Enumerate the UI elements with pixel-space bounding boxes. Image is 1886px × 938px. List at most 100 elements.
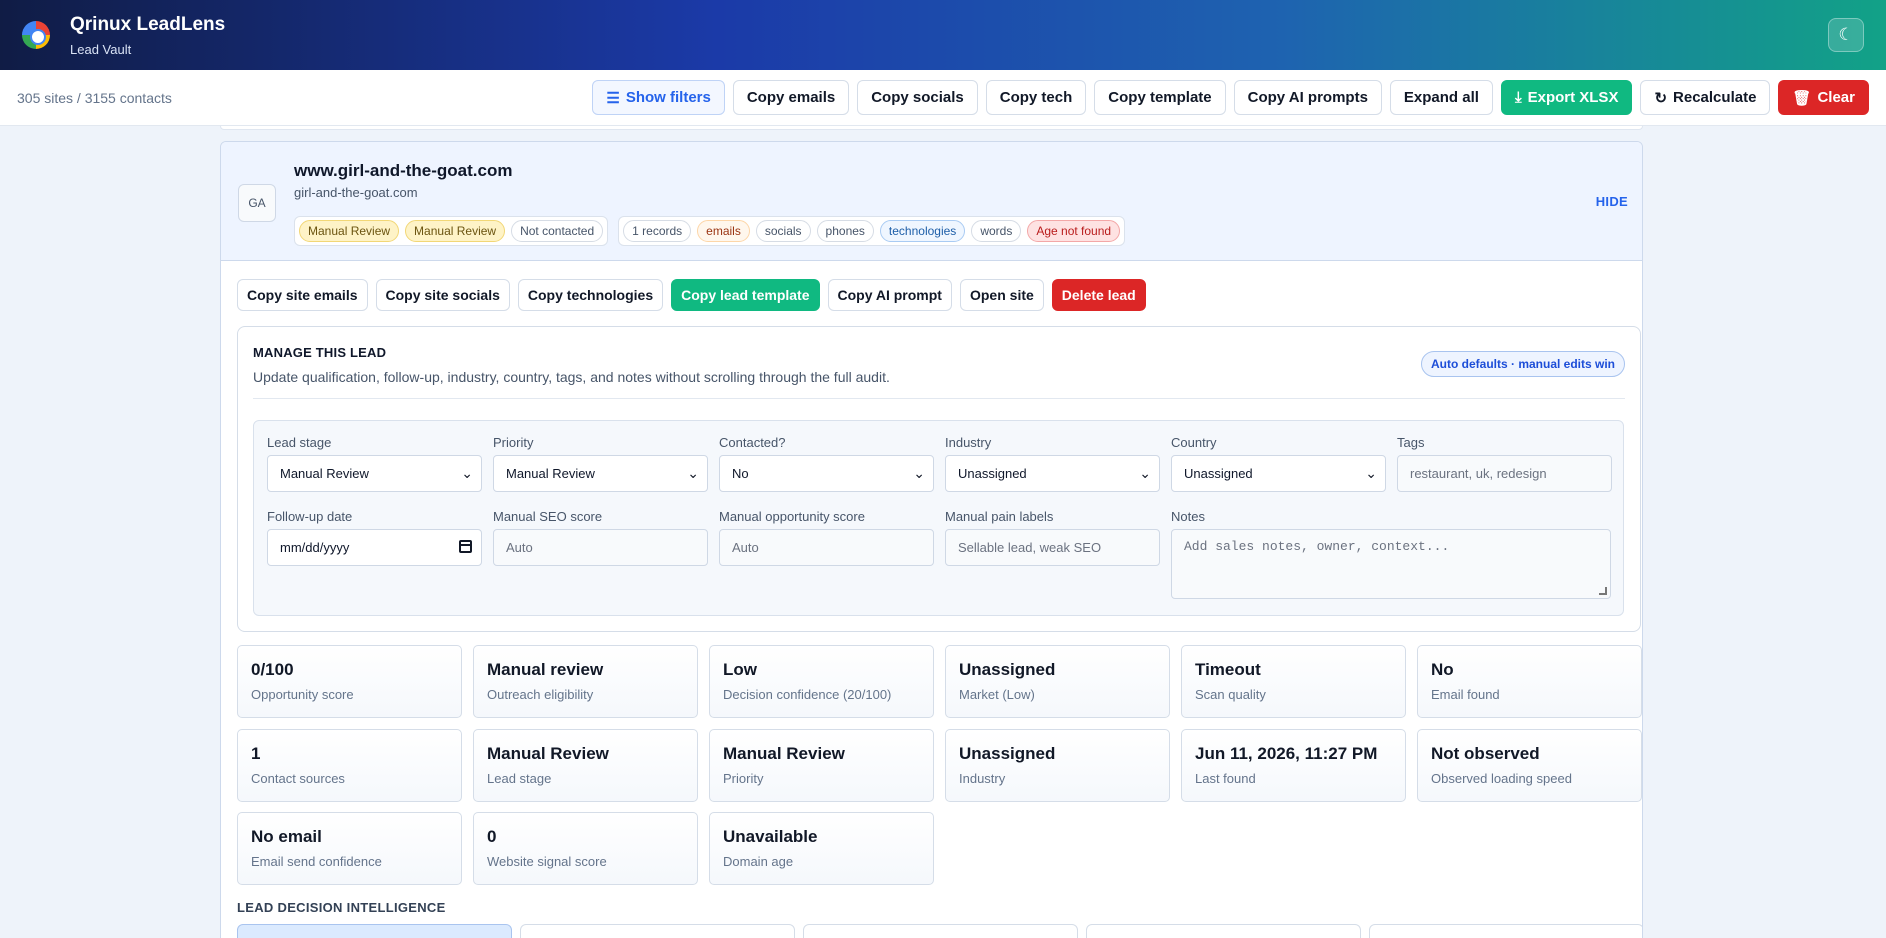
metric-label: Market (Low) xyxy=(959,687,1035,702)
clear-button[interactable]: 🗑 Clear xyxy=(1778,80,1869,115)
industry-label: Industry xyxy=(945,435,992,450)
open-site-button[interactable]: Open site xyxy=(959,279,1044,311)
resize-handle-icon[interactable] xyxy=(1599,587,1607,595)
pain-labels-input[interactable]: Sellable lead, weak SEO xyxy=(945,529,1160,566)
notes-textarea[interactable]: Add sales notes, owner, context... xyxy=(1171,529,1611,599)
opportunity-score-input[interactable]: Auto xyxy=(719,529,934,566)
metric-value: No xyxy=(1431,660,1454,679)
hide-lead-link[interactable]: HIDE xyxy=(1596,194,1628,209)
copy-tech-button[interactable]: Copy tech xyxy=(985,80,1087,115)
metric-label: Decision confidence (20/100) xyxy=(723,687,892,702)
industry-select[interactable]: Unassigned ⌄ xyxy=(945,455,1160,492)
metric-card: Unavailable Domain age xyxy=(709,812,934,885)
followup-date-input[interactable]: mm/dd/yyyy xyxy=(267,529,482,566)
technologies-pill: technologies xyxy=(879,220,966,242)
show-filters-label: Show filters xyxy=(625,89,711,106)
priority-select[interactable]: Manual Review ⌄ xyxy=(493,455,708,492)
pain-labels-label: Manual pain labels xyxy=(945,509,1054,524)
expand-all-button[interactable]: Expand all xyxy=(1389,80,1493,115)
metric-value: Unavailable xyxy=(723,827,818,846)
recalculate-label: Recalculate xyxy=(1673,89,1757,106)
show-filters-button[interactable]: ☰ Show filters xyxy=(592,80,725,115)
opportunity-label: Manual opportunity score xyxy=(719,509,865,524)
metric-label: Lead stage xyxy=(487,771,552,786)
copy-ai-prompts-button[interactable]: Copy AI prompts xyxy=(1233,80,1382,115)
country-value: Unassigned xyxy=(1184,466,1253,481)
lead-stage-select[interactable]: Manual Review ⌄ xyxy=(267,455,482,492)
metric-label: Email found xyxy=(1431,687,1500,702)
intelligence-tab[interactable] xyxy=(1369,924,1642,938)
calendar-icon[interactable] xyxy=(459,540,472,553)
copy-lead-template-button[interactable]: Copy lead template xyxy=(671,279,820,311)
delete-lead-button[interactable]: Delete lead xyxy=(1051,279,1146,311)
metric-value: Jun 11, 2026, 11:27 PM xyxy=(1195,744,1378,763)
contacted-value: No xyxy=(732,466,749,481)
lead-subdomain: girl-and-the-goat.com xyxy=(294,185,418,200)
status-pill-group: Manual Review Manual Review Not contacte… xyxy=(294,216,609,246)
moon-icon: ☾ xyxy=(1838,25,1854,44)
auto-defaults-badge: Auto defaults · manual edits win xyxy=(1420,351,1625,377)
refresh-icon: ↻ xyxy=(1654,89,1668,107)
manage-description: Update qualification, follow-up, industr… xyxy=(253,369,890,385)
theme-toggle-button[interactable]: ☾ xyxy=(1828,18,1864,52)
copy-site-socials-button[interactable]: Copy site socials xyxy=(375,279,510,311)
metric-value: 1 xyxy=(251,744,261,763)
metric-label: Scan quality xyxy=(1195,687,1266,702)
metric-card: 0/100 Opportunity score xyxy=(237,645,462,718)
phones-pill: phones xyxy=(816,220,874,242)
metric-value: Low xyxy=(723,660,757,679)
tags-input[interactable]: restaurant, uk, redesign xyxy=(1397,455,1612,492)
chevron-down-icon: ⌄ xyxy=(913,465,925,481)
records-pill: 1 records xyxy=(623,220,692,242)
metric-label: Last found xyxy=(1195,771,1256,786)
contacted-label: Contacted? xyxy=(719,435,786,450)
copy-template-button[interactable]: Copy template xyxy=(1094,80,1226,115)
metric-value: Unassigned xyxy=(959,744,1056,763)
priority-value: Manual Review xyxy=(506,466,595,481)
manage-title: MANAGE THIS LEAD xyxy=(253,345,387,360)
country-label: Country xyxy=(1171,435,1217,450)
metric-label: Contact sources xyxy=(251,771,345,786)
intelligence-tab[interactable] xyxy=(237,924,512,938)
app-logo-icon xyxy=(22,21,50,49)
metric-card: No Email found xyxy=(1417,645,1642,718)
seo-label: Manual SEO score xyxy=(493,509,603,524)
previous-card-edge xyxy=(220,126,1643,130)
lead-header[interactable]: GA www.girl-and-the-goat.com girl-and-th… xyxy=(221,142,1642,261)
metric-value: Manual Review xyxy=(487,744,609,763)
metric-label: Domain age xyxy=(723,854,794,869)
metric-value: 0 xyxy=(487,827,497,846)
metric-card: Timeout Scan quality xyxy=(1181,645,1406,718)
copy-ai-prompt-button[interactable]: Copy AI prompt xyxy=(827,279,952,311)
seo-score-input[interactable]: Auto xyxy=(493,529,708,566)
copy-site-emails-button[interactable]: Copy site emails xyxy=(237,279,368,311)
recalculate-button[interactable]: ↻ Recalculate xyxy=(1640,80,1771,115)
chevron-down-icon: ⌄ xyxy=(1365,465,1377,481)
metric-label: Industry xyxy=(959,771,1006,786)
copy-emails-button[interactable]: Copy emails xyxy=(732,80,850,115)
contacted-pill: Not contacted xyxy=(511,220,604,242)
intelligence-tab[interactable] xyxy=(803,924,1078,938)
lead-card: GA www.girl-and-the-goat.com girl-and-th… xyxy=(220,141,1643,938)
contacted-select[interactable]: No ⌄ xyxy=(719,455,934,492)
metric-label: Priority xyxy=(723,771,764,786)
intelligence-tab[interactable] xyxy=(520,924,795,938)
metric-label: Observed loading speed xyxy=(1431,771,1572,786)
clear-label: Clear xyxy=(1817,89,1855,106)
metric-value: Manual review xyxy=(487,660,604,679)
copy-socials-button[interactable]: Copy socials xyxy=(857,80,978,115)
industry-value: Unassigned xyxy=(958,466,1027,481)
copy-technologies-button[interactable]: Copy technologies xyxy=(517,279,664,311)
notes-label: Notes xyxy=(1171,509,1205,524)
export-xlsx-button[interactable]: ⤓ Export XLSX xyxy=(1500,80,1633,115)
app-subtitle: Lead Vault xyxy=(70,41,132,57)
priority-pill: Manual Review xyxy=(405,220,506,242)
emails-pill: emails xyxy=(697,220,750,242)
trash-icon: 🗑 xyxy=(1792,89,1812,107)
metric-label: Opportunity score xyxy=(251,687,354,702)
intelligence-tab[interactable] xyxy=(1086,924,1361,938)
country-select[interactable]: Unassigned ⌄ xyxy=(1171,455,1386,492)
metric-label: Email send confidence xyxy=(251,854,382,869)
metric-card: Manual Review Lead stage xyxy=(473,729,698,802)
metric-card: Unassigned Industry xyxy=(945,729,1170,802)
